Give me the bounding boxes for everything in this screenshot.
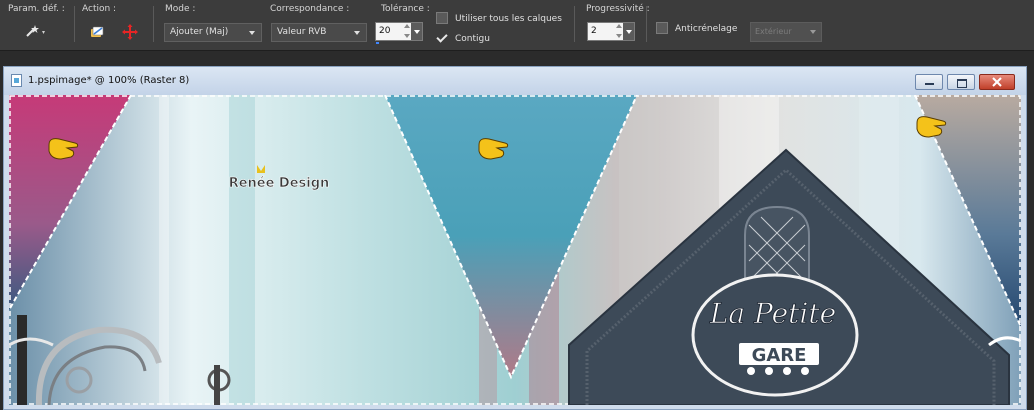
separator [74, 6, 75, 42]
feather-spinbox[interactable]: 2 [587, 22, 635, 41]
match-label: Correspondance : [270, 4, 350, 14]
use-all-layers-checkbox[interactable] [436, 12, 448, 24]
logo-text-line2: GARE [752, 345, 807, 366]
clear-selection-icon[interactable] [88, 24, 106, 40]
spin-up-icon[interactable] [404, 24, 410, 28]
antialias-mode-dropdown[interactable]: Extérieur [750, 22, 822, 42]
chevron-down-icon [810, 30, 816, 34]
close-button[interactable] [979, 74, 1015, 90]
action-label: Action : [82, 4, 117, 14]
separator [646, 6, 647, 42]
feather-dropdown-button[interactable] [623, 23, 634, 40]
match-value: Valeur RVB [277, 27, 327, 37]
canvas-artwork[interactable]: La Petite GARE Renée Design [9, 95, 1021, 405]
restore-icon [957, 79, 967, 88]
separator [153, 6, 154, 42]
tolerance-spinbox[interactable]: 20 [375, 22, 423, 41]
spin-up-icon[interactable] [616, 24, 622, 28]
spin-down-icon[interactable] [404, 34, 410, 38]
contiguous-checkbox[interactable] [436, 32, 448, 44]
chevron-down-icon [249, 31, 255, 35]
tolerance-label: Tolérance : [381, 4, 430, 14]
window-title: 1.pspimage* @ 100% (Raster 8) [28, 75, 190, 86]
use-all-layers-label: Utiliser tous les calques [455, 14, 562, 24]
image-canvas[interactable]: La Petite GARE Renée Design [9, 95, 1021, 405]
preset-label: Param. déf. : [8, 4, 65, 14]
logo-text-line1: La Petite [709, 297, 836, 330]
close-icon [992, 77, 1002, 87]
antialias-label: Anticrénelage [675, 24, 738, 34]
logo-oval [691, 273, 859, 397]
tolerance-value: 20 [379, 26, 391, 36]
document-icon [11, 74, 22, 87]
separator [574, 6, 575, 42]
mode-label: Mode : [165, 4, 196, 14]
contiguous-label: Contigu [455, 34, 490, 44]
spin-down-icon[interactable] [616, 34, 622, 38]
window-titlebar[interactable]: 1.pspimage* @ 100% (Raster 8) [4, 67, 1026, 95]
feather-label: Progressivité : [586, 4, 650, 14]
watermark-text: Renée Design [229, 176, 330, 191]
antialias-mode-value: Extérieur [755, 27, 792, 36]
minimize-icon [925, 83, 934, 85]
feather-value: 2 [591, 26, 597, 36]
mode-value: Ajouter (Maj) [170, 27, 229, 37]
preset-magic-wand-icon[interactable] [23, 22, 47, 40]
restore-button[interactable] [947, 74, 975, 90]
tool-options-bar: Param. déf. : Action : Mode : Ajouter (M… [0, 0, 1034, 51]
image-window[interactable]: 1.pspimage* @ 100% (Raster 8) La Petite … [3, 66, 1027, 410]
antialias-checkbox[interactable] [656, 22, 668, 34]
tolerance-dropdown-button[interactable] [411, 23, 422, 40]
match-dropdown[interactable]: Valeur RVB [271, 23, 367, 42]
tolerance-slider-fill [376, 42, 380, 44]
move-cross-icon[interactable] [121, 23, 139, 41]
chevron-down-icon [354, 31, 360, 35]
tolerance-slider-indicator[interactable] [376, 42, 410, 44]
mode-dropdown[interactable]: Ajouter (Maj) [164, 23, 262, 42]
minimize-button[interactable] [915, 74, 943, 90]
